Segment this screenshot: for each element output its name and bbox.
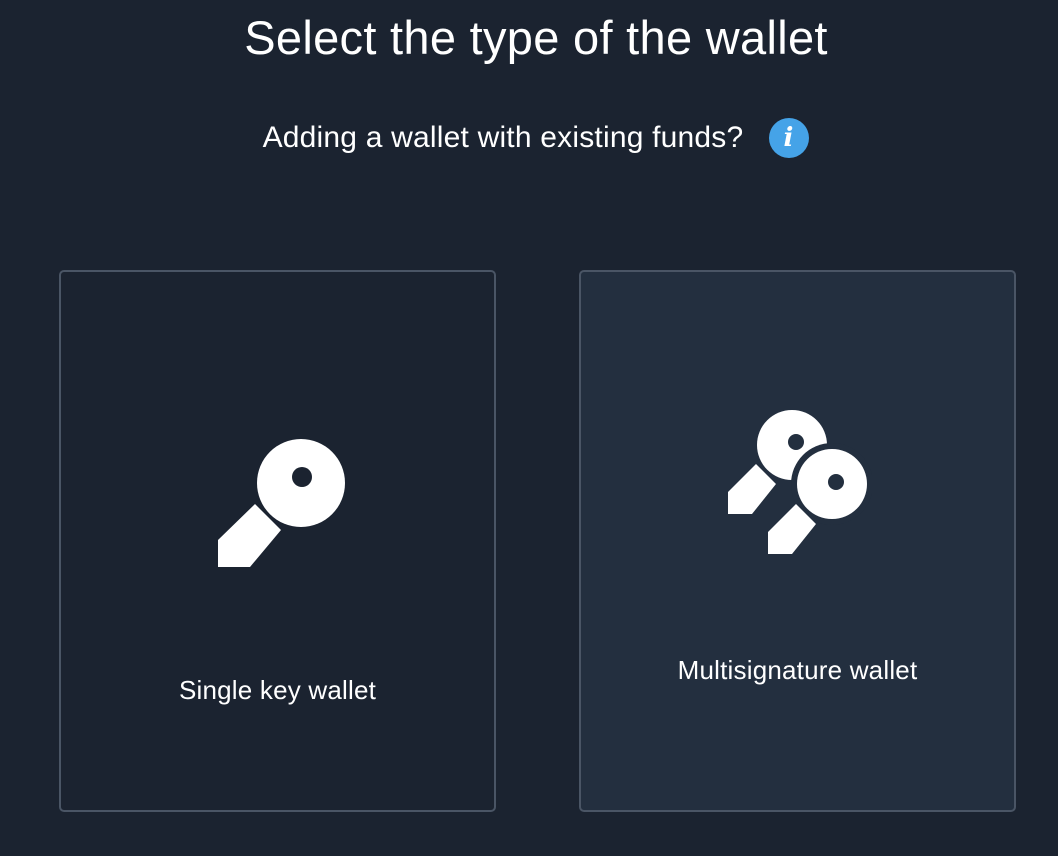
- page-title: Select the type of the wallet: [244, 11, 828, 64]
- existing-funds-question: Adding a wallet with existing funds?: [262, 121, 744, 154]
- single-key-wallet-label: Single key wallet: [178, 675, 377, 705]
- keys-icon: [728, 410, 872, 558]
- info-icon: i: [783, 123, 794, 153]
- key-icon: [218, 439, 345, 567]
- subtitle-row: Adding a wallet with existing funds? i: [0, 116, 1058, 160]
- multisignature-wallet-option[interactable]: Multisignature wallet: [579, 270, 1016, 812]
- info-button[interactable]: i: [769, 118, 810, 158]
- multisignature-wallet-label: Multisignature wallet: [677, 655, 918, 685]
- single-key-wallet-option[interactable]: Single key wallet: [59, 270, 496, 812]
